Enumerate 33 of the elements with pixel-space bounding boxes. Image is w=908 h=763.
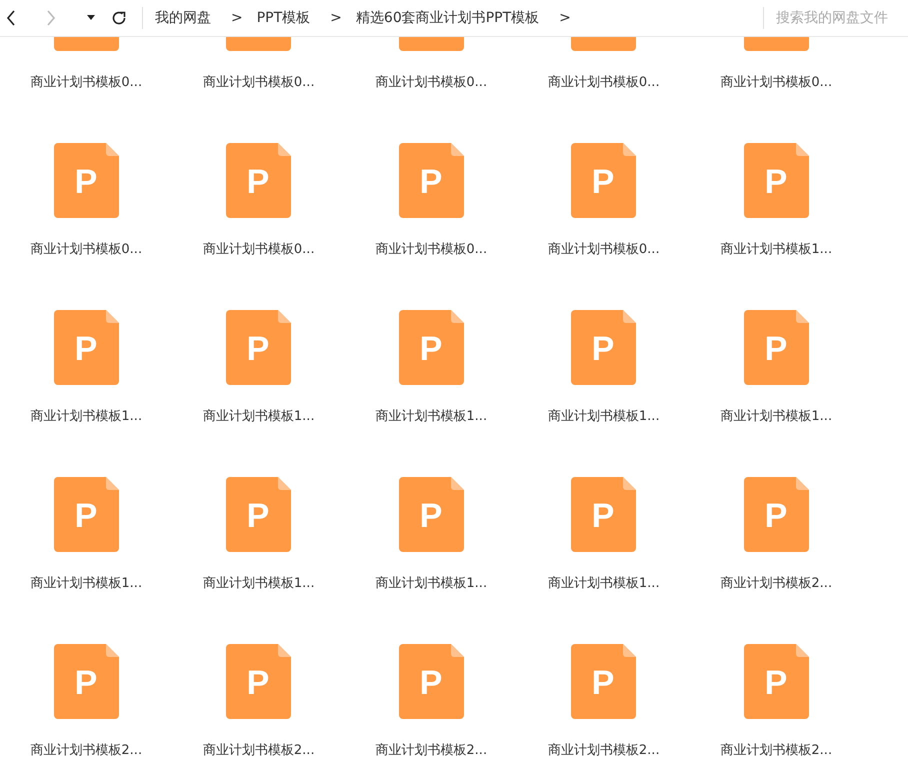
file-name[interactable]: 商业计划书模板1... bbox=[720, 240, 832, 258]
file-name[interactable]: 商业计划书模板0... bbox=[202, 73, 315, 91]
file-name[interactable]: 商业计划书模板1... bbox=[548, 574, 660, 592]
file-name[interactable]: 商业计划书模板0... bbox=[202, 240, 315, 258]
file-name[interactable]: 商业计划书模板2... bbox=[30, 741, 142, 759]
caret-icon bbox=[87, 15, 95, 21]
file-name[interactable]: 商业计划书模板1... bbox=[202, 407, 315, 425]
file-name[interactable]: 商业计划书模板2... bbox=[548, 741, 660, 759]
file-name[interactable]: 商业计划书模板0... bbox=[375, 240, 488, 258]
breadcrumb-link[interactable]: 我的网盘 bbox=[155, 9, 211, 27]
file-name[interactable]: 商业计划书模板0... bbox=[720, 73, 832, 91]
file-name[interactable]: 商业计划书模板0... bbox=[375, 73, 488, 91]
file-name[interactable]: 商业计划书模板1... bbox=[375, 574, 488, 592]
file-name[interactable]: 商业计划书模板2... bbox=[375, 741, 488, 759]
file-name[interactable]: 商业计划书模板1... bbox=[30, 574, 142, 592]
breadcrumb-separator: > bbox=[559, 10, 571, 26]
file-name[interactable]: 商业计划书模板1... bbox=[720, 407, 832, 425]
file-name[interactable]: 商业计划书模板0... bbox=[30, 73, 142, 91]
file-name[interactable]: 商业计划书模板0... bbox=[548, 73, 660, 91]
breadcrumb-separator: > bbox=[330, 10, 342, 26]
file-name[interactable]: 商业计划书模板1... bbox=[30, 407, 142, 425]
breadcrumb-link[interactable]: PPT模板 bbox=[256, 9, 310, 27]
file-name[interactable]: 商业计划书模板1... bbox=[202, 574, 315, 592]
refresh-icon bbox=[111, 10, 127, 26]
breadcrumb-link[interactable]: 精选60套商业计划书PPT模板 bbox=[356, 9, 540, 27]
file-name[interactable]: 商业计划书模板2... bbox=[720, 574, 832, 592]
file-name[interactable]: 商业计划书模板0... bbox=[548, 240, 660, 258]
file-name[interactable]: 商业计划书模板1... bbox=[375, 407, 488, 425]
file-name[interactable]: 商业计划书模板0... bbox=[30, 240, 142, 258]
file-name[interactable]: 商业计划书模板2... bbox=[720, 741, 832, 759]
file-name[interactable]: 商业计划书模板1... bbox=[548, 407, 660, 425]
file-name[interactable]: 商业计划书模板2... bbox=[202, 741, 315, 759]
breadcrumb-separator: > bbox=[231, 10, 243, 26]
